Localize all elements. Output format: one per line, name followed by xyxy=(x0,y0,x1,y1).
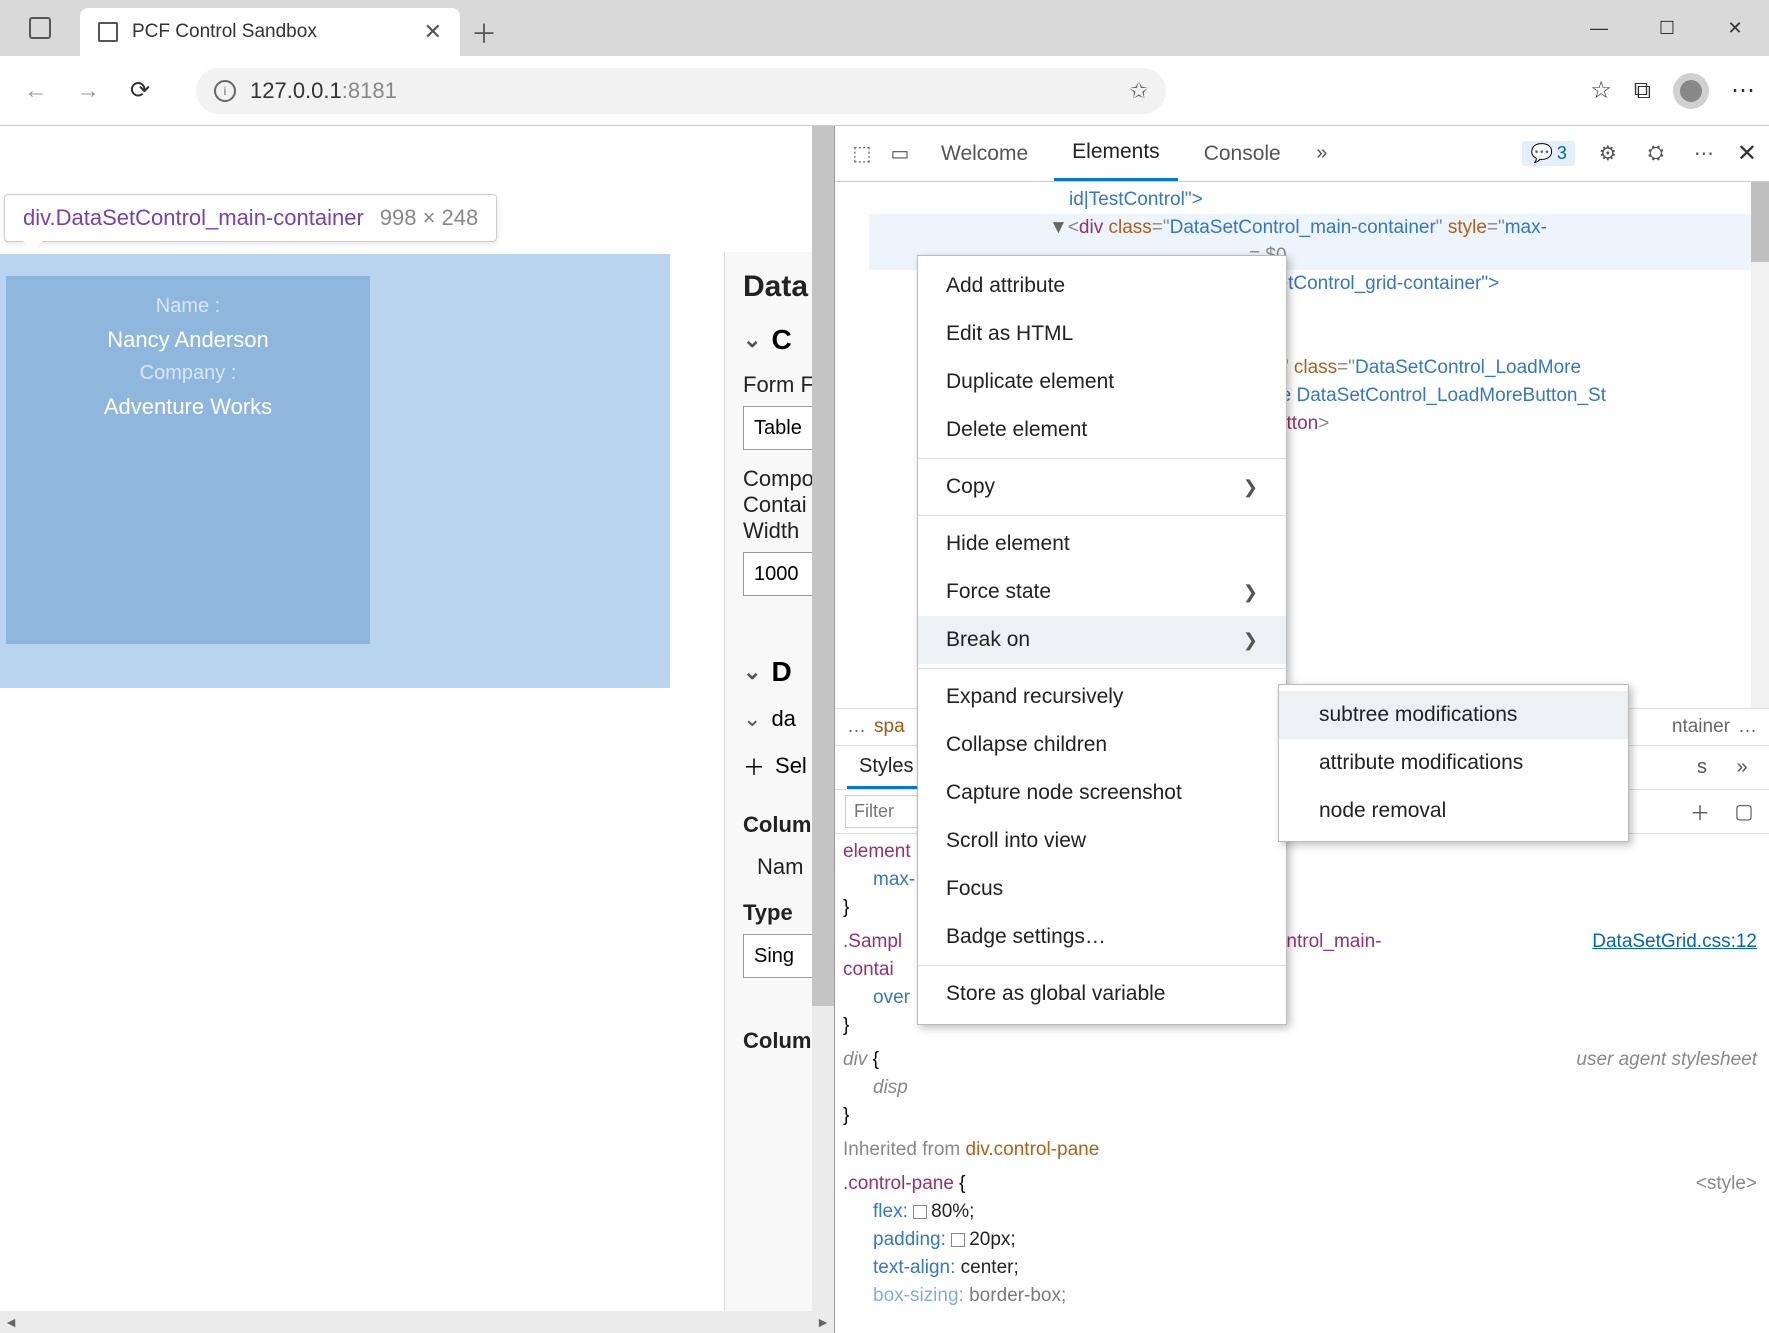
close-window-button[interactable]: ✕ xyxy=(1701,0,1769,56)
ctx-break-on[interactable]: Break on❯ xyxy=(918,616,1286,664)
devtools-scrollbar[interactable] xyxy=(1751,182,1769,708)
ctx-badge[interactable]: Badge settings… xyxy=(918,913,1286,961)
vertical-scrollbar[interactable] xyxy=(812,126,834,1333)
tab-elements[interactable]: Elements xyxy=(1054,126,1178,181)
ctx-store[interactable]: Store as global variable xyxy=(918,970,1286,1018)
profile-avatar[interactable] xyxy=(1673,73,1709,109)
issues-badge[interactable]: 💬3 xyxy=(1522,141,1574,166)
maximize-button[interactable]: ☐ xyxy=(1633,0,1701,56)
ctx-subtree-mods[interactable]: subtree modifications xyxy=(1279,691,1628,739)
ctx-copy[interactable]: Copy❯ xyxy=(918,463,1286,511)
card-company-label: Company : xyxy=(6,357,370,389)
break-on-submenu: subtree modifications attribute modifica… xyxy=(1278,684,1629,842)
tab-console[interactable]: Console xyxy=(1186,128,1299,180)
ctx-expand[interactable]: Expand recursively xyxy=(918,673,1286,721)
tab-more[interactable]: s xyxy=(1685,748,1719,787)
minimize-button[interactable]: — xyxy=(1565,0,1633,56)
selected-dom-node[interactable]: ▼<div class="DataSetControl_main-contain… xyxy=(869,214,1769,242)
ctx-edit-html[interactable]: Edit as HTML xyxy=(918,310,1286,358)
grid-item-card[interactable]: Name : Nancy Anderson Company : Adventur… xyxy=(6,276,370,644)
window-titlebar: PCF Control Sandbox ✕ ＋ — ☐ ✕ xyxy=(0,0,1769,56)
chevron-right-icon: ❯ xyxy=(1243,630,1258,651)
browser-toolbar: ← → ⟳ i 127.0.0.1:8181 ✩ ☆ ⧉ ⋯ xyxy=(0,56,1769,126)
ctx-force-state[interactable]: Force state❯ xyxy=(918,568,1286,616)
toggle-panel-icon[interactable]: ▢ xyxy=(1729,797,1759,827)
tab-actions-button[interactable] xyxy=(0,0,80,56)
type-select[interactable] xyxy=(743,934,815,978)
width-input[interactable] xyxy=(743,552,815,596)
new-rule-icon[interactable]: ＋ xyxy=(1685,797,1715,827)
devtools-tabstrip: ⬚ ▭ Welcome Elements Console » 💬3 ⚙ ⛭ ⋯ … xyxy=(835,126,1769,182)
devtools-close-icon[interactable]: ✕ xyxy=(1737,139,1757,168)
tab-title: PCF Control Sandbox xyxy=(132,21,410,43)
card-company-value: Adventure Works xyxy=(6,389,370,424)
url-text: 127.0.0.1:8181 xyxy=(250,78,1116,104)
scroll-right-arrow[interactable]: ► xyxy=(812,1314,834,1330)
stylesheet-link[interactable]: DataSetGrid.css:12 xyxy=(1592,928,1757,956)
horizontal-scrollbar[interactable]: ◄ ► xyxy=(0,1311,834,1333)
inspect-element-icon[interactable]: ⬚ xyxy=(847,139,877,169)
plus-icon: ＋ xyxy=(743,750,765,782)
page-favicon xyxy=(98,22,118,42)
form-factor-select[interactable] xyxy=(743,406,815,450)
collections-icon[interactable]: ⧉ xyxy=(1634,77,1651,105)
settings-icon[interactable]: ⚙ xyxy=(1593,139,1623,169)
context-menu: Add attribute Edit as HTML Duplicate ele… xyxy=(917,255,1287,1025)
chevron-down-icon: ⌄ xyxy=(743,706,761,732)
separator xyxy=(918,458,1286,459)
device-toggle-icon[interactable]: ▭ xyxy=(885,139,915,169)
card-name-label: Name : xyxy=(6,290,370,322)
scroll-left-arrow[interactable]: ◄ xyxy=(0,1314,22,1330)
window-controls: — ☐ ✕ xyxy=(1565,0,1769,56)
ctx-focus[interactable]: Focus xyxy=(918,865,1286,913)
ctx-node-removal[interactable]: node removal xyxy=(1279,787,1628,835)
chevron-right-icon: ❯ xyxy=(1243,477,1258,498)
site-info-icon[interactable]: i xyxy=(214,80,236,102)
ctx-attribute-mods[interactable]: attribute modifications xyxy=(1279,739,1628,787)
tab-welcome[interactable]: Welcome xyxy=(923,128,1046,180)
separator xyxy=(918,668,1286,669)
ctx-scroll[interactable]: Scroll into view xyxy=(918,817,1286,865)
ctx-delete[interactable]: Delete element xyxy=(918,406,1286,454)
inspect-tooltip: div.DataSetControl_main-container998 × 2… xyxy=(4,194,497,242)
chevron-right-icon: ❯ xyxy=(1243,582,1258,603)
kebab-icon[interactable]: ⋯ xyxy=(1689,139,1719,169)
new-tab-button[interactable]: ＋ xyxy=(460,8,508,56)
reload-button[interactable]: ⟳ xyxy=(118,69,162,113)
separator xyxy=(918,965,1286,966)
card-name-value: Nancy Anderson xyxy=(6,322,370,357)
ctx-capture[interactable]: Capture node screenshot xyxy=(918,769,1286,817)
inspected-element-highlight: Name : Nancy Anderson Company : Adventur… xyxy=(0,254,670,688)
favorite-icon[interactable]: ✩ xyxy=(1130,78,1148,104)
chevron-down-icon: ⌄ xyxy=(743,659,761,685)
tab-styles[interactable]: Styles xyxy=(847,747,925,789)
ctx-hide[interactable]: Hide element xyxy=(918,520,1286,568)
favorites-icon[interactable]: ☆ xyxy=(1590,76,1612,105)
more-styles-tabs-icon[interactable]: » xyxy=(1727,753,1757,783)
page-viewport: div.DataSetControl_main-container998 × 2… xyxy=(0,126,834,1333)
forward-button[interactable]: → xyxy=(66,69,110,113)
back-button[interactable]: ← xyxy=(14,69,58,113)
browser-tab[interactable]: PCF Control Sandbox ✕ xyxy=(80,8,460,56)
separator xyxy=(918,515,1286,516)
ctx-add-attribute[interactable]: Add attribute xyxy=(918,262,1286,310)
tab-close-icon[interactable]: ✕ xyxy=(424,19,442,45)
address-bar[interactable]: i 127.0.0.1:8181 ✩ xyxy=(196,68,1166,114)
more-icon[interactable]: ⋯ xyxy=(1731,76,1755,105)
activity-icon[interactable]: ⛭ xyxy=(1641,139,1671,169)
chat-icon: 💬 xyxy=(1530,143,1552,164)
chevron-down-icon: ⌄ xyxy=(743,327,761,353)
more-tabs-icon[interactable]: » xyxy=(1307,139,1337,169)
ctx-collapse[interactable]: Collapse children xyxy=(918,721,1286,769)
ctx-duplicate[interactable]: Duplicate element xyxy=(918,358,1286,406)
